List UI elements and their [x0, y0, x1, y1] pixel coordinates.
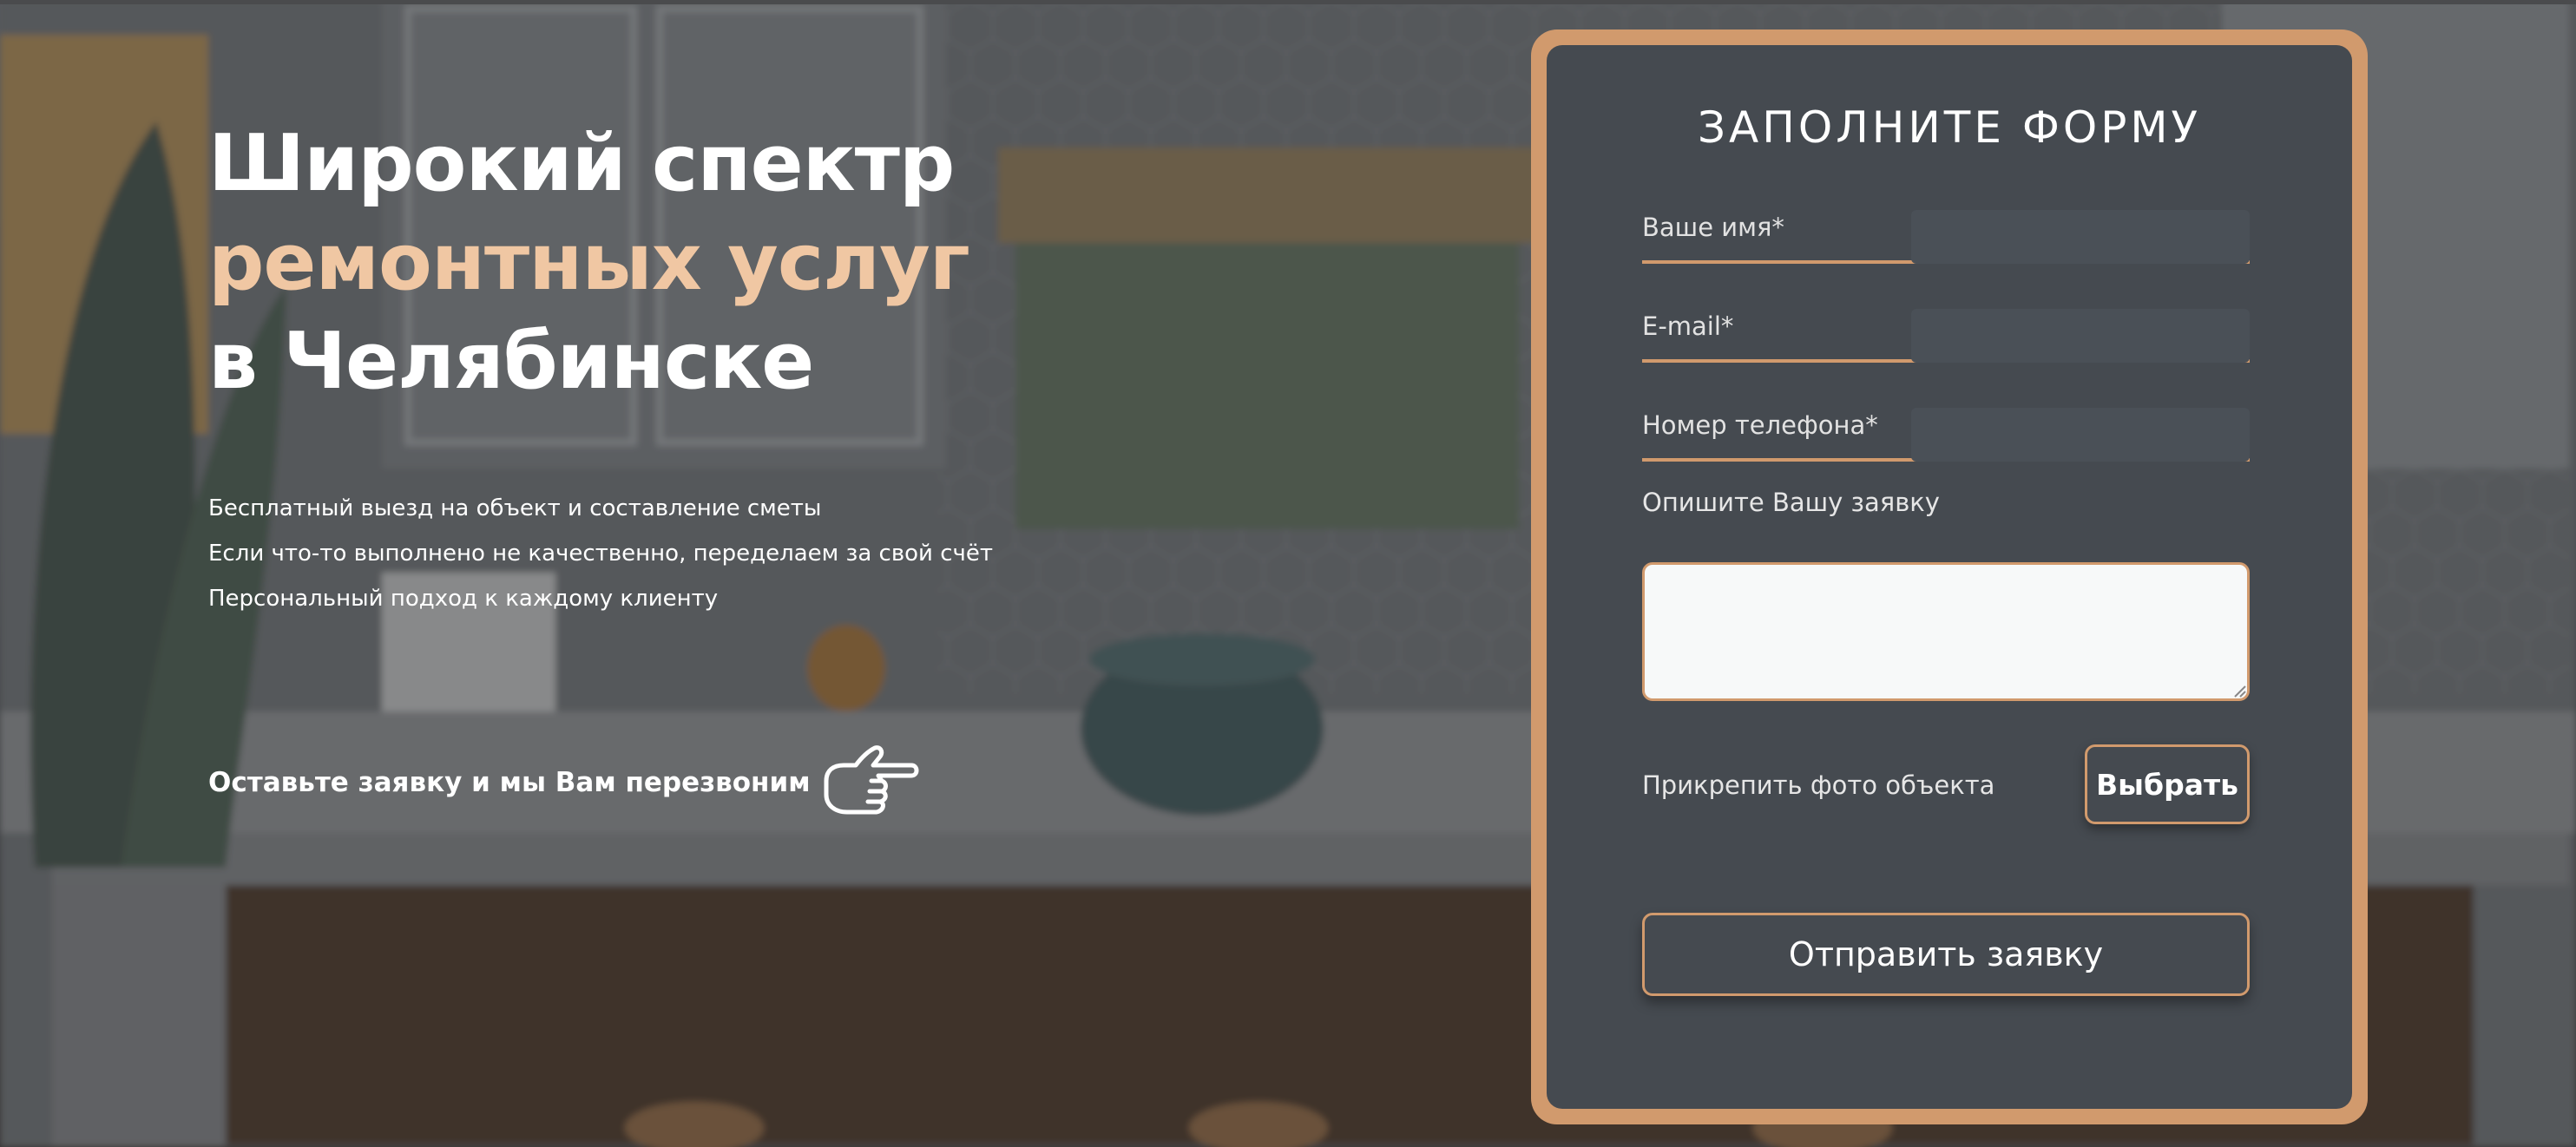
- benefit-item: Бесплатный выезд на объект и составление…: [208, 495, 822, 521]
- choose-file-button[interactable]: Выбрать: [2085, 744, 2250, 824]
- hero-headline: Широкий спектр ремонтных услуг в Челябин…: [208, 115, 970, 411]
- name-field: [1642, 189, 2250, 264]
- description-label: Опишите Вашу заявку: [1642, 488, 1940, 517]
- name-input[interactable]: [1642, 189, 2250, 260]
- callback-cta: Оставьте заявку и мы Вам перезвоним: [208, 741, 922, 824]
- pointing-hand-icon: [824, 745, 919, 815]
- benefit-item: Персональный подход к каждому клиенту: [208, 586, 719, 612]
- headline-line-1: Широкий спектр: [208, 118, 955, 209]
- submit-request-button[interactable]: Отправить заявку: [1642, 913, 2250, 996]
- request-form: ЗАПОЛНИТЕ ФОРМУ Опишите Вашу заявку Прик…: [1547, 45, 2352, 1109]
- benefit-item: Если что-то выполнено не качественно, пе…: [208, 541, 994, 567]
- phone-input[interactable]: [1642, 387, 2250, 458]
- benefits-list: Бесплатный выезд на объект и составление…: [208, 486, 993, 621]
- description-textarea[interactable]: [1642, 562, 2250, 701]
- email-field: [1642, 288, 2250, 363]
- request-form-frame: ЗАПОЛНИТЕ ФОРМУ Опишите Вашу заявку Прик…: [1531, 29, 2368, 1124]
- headline-line-3: в Челябинске: [208, 316, 814, 407]
- callback-cta-text: Оставьте заявку и мы Вам перезвоним: [208, 767, 811, 798]
- top-border-line: [0, 0, 2576, 4]
- hero-section: Широкий спектр ремонтных услуг в Челябин…: [0, 0, 2576, 1147]
- phone-field: [1642, 387, 2250, 462]
- headline-line-2-accent: ремонтных услуг: [208, 217, 970, 308]
- email-input[interactable]: [1642, 288, 2250, 359]
- attach-photo-label: Прикрепить фото объекта: [1642, 770, 1995, 800]
- resize-grip-icon[interactable]: [2232, 684, 2246, 698]
- form-title: ЗАПОЛНИТЕ ФОРМУ: [1698, 102, 2201, 153]
